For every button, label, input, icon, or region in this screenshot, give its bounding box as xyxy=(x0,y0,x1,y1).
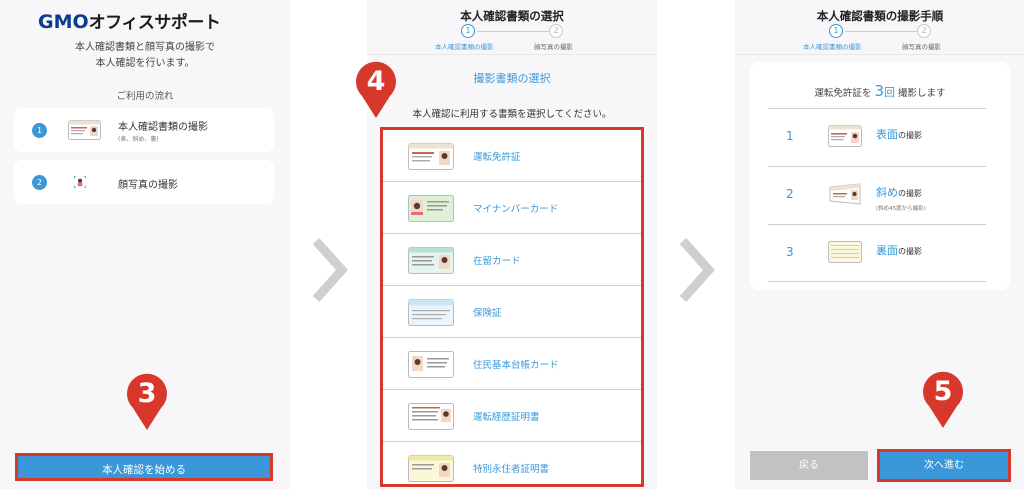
step-label-2: 顔写真の撮影 xyxy=(902,43,941,51)
instruction-text: 本人確認に利用する書類を選択してください。 xyxy=(412,109,612,120)
license-angled-icon xyxy=(829,183,861,205)
flow-step-label: 顔写真の撮影 xyxy=(118,180,178,191)
step-connector xyxy=(845,31,917,32)
document-option-drivers-license[interactable]: 運転免許証 xyxy=(383,130,641,182)
flow-step-sub: (表、斜め、裏) xyxy=(118,136,159,143)
step-marker-4-icon: 4 xyxy=(354,60,398,120)
document-option-special-permanent-resident[interactable]: 特別永住者証明書 xyxy=(383,442,641,489)
my-number-card-icon xyxy=(408,195,454,222)
face-scan-icon xyxy=(74,176,86,188)
step-label-1: 本人確認書類の撮影 xyxy=(435,43,494,51)
gmo-office-support-logo: GMOオフィスサポート xyxy=(38,11,221,33)
capture-step-back: 3 裏面の撮影 xyxy=(768,224,986,282)
drivers-license-icon xyxy=(408,143,454,170)
page-title: 本人確認書類の選択 xyxy=(460,9,564,23)
document-label: マイナンバーカード xyxy=(473,204,559,215)
capture-step-number: 1 xyxy=(786,129,794,143)
document-option-my-number[interactable]: マイナンバーカード xyxy=(383,182,641,234)
capture-count-number: 3 xyxy=(874,82,885,100)
chevron-right-icon xyxy=(312,237,348,303)
step-connector xyxy=(477,31,549,32)
capture-step-label: 裏面の撮影 xyxy=(876,244,922,257)
header-divider xyxy=(367,54,657,55)
capture-count-text: 運転免許証を 3回 撮影します xyxy=(814,82,946,100)
license-back-icon xyxy=(828,241,862,263)
flow-step-face: 2 顔写真の撮影 xyxy=(14,160,274,204)
intro-text: 本人確認書類と顔写真の撮影で 本人確認を行います。 xyxy=(0,40,290,72)
document-list: 運転免許証 マイナンバーカード 在留カード 保険証 住民基本台帳カード 運転経歴… xyxy=(380,127,644,487)
capture-procedure-screen: 本人確認書類の撮影手順 1 2 本人確認書類の撮影 顔写真の撮影 運転免許証を … xyxy=(735,0,1024,489)
intro-line: 本人確認を行います。 xyxy=(95,58,195,69)
section-title: 撮影書類の選択 xyxy=(473,72,551,85)
next-button[interactable]: 次へ進む xyxy=(877,449,1011,482)
intro-line: 本人確認書類と顔写真の撮影で xyxy=(75,42,215,53)
document-label: 特別永住者証明書 xyxy=(473,464,550,475)
step-marker-3-icon: 3 xyxy=(125,372,169,432)
document-label: 保険証 xyxy=(473,308,502,319)
id-card-icon xyxy=(68,120,101,140)
capture-step-front: 1 表面の撮影 xyxy=(768,108,986,166)
back-button[interactable]: 戻る xyxy=(750,451,868,480)
document-label: 運転経歴証明書 xyxy=(473,412,540,423)
step-indicator-1: 1 xyxy=(461,24,475,38)
flow-title: ご利用の流れ xyxy=(116,91,174,102)
document-label: 在留カード xyxy=(473,256,521,267)
step-indicator-2: 2 xyxy=(549,24,563,38)
document-option-driving-history[interactable]: 運転経歴証明書 xyxy=(383,390,641,442)
capture-step-number: 3 xyxy=(786,245,794,259)
step-number-badge: 2 xyxy=(32,175,47,190)
document-label: 運転免許証 xyxy=(473,152,521,163)
header-divider xyxy=(735,54,1024,55)
chevron-right-icon xyxy=(679,237,715,303)
special-permanent-resident-icon xyxy=(408,455,454,482)
start-verification-button[interactable]: 本人確認を始める xyxy=(15,453,273,481)
document-option-residence-card[interactable]: 在留カード xyxy=(383,234,641,286)
capture-step-angled: 2 斜めの撮影 (斜め45度から撮影) xyxy=(768,166,986,224)
capture-step-note: (斜め45度から撮影) xyxy=(876,206,926,212)
document-selection-screen: 本人確認書類の選択 1 2 本人確認書類の撮影 顔写真の撮影 撮影書類の選択 本… xyxy=(367,0,657,489)
step-label-2: 顔写真の撮影 xyxy=(534,43,573,51)
document-option-insurance-card[interactable]: 保険証 xyxy=(383,286,641,338)
insurance-card-icon xyxy=(408,299,454,326)
capture-step-label: 斜めの撮影 xyxy=(876,186,922,199)
residence-card-icon xyxy=(408,247,454,274)
resident-registry-card-icon xyxy=(408,351,454,378)
capture-step-number: 2 xyxy=(786,187,794,201)
document-label: 住民基本台帳カード xyxy=(473,360,559,371)
step-number-badge: 1 xyxy=(32,123,47,138)
step-indicator-2: 2 xyxy=(917,24,931,38)
step-marker-5-icon: 5 xyxy=(921,370,965,430)
document-option-resident-registry[interactable]: 住民基本台帳カード xyxy=(383,338,641,390)
capture-steps-card: 運転免許証を 3回 撮影します 1 表面の撮影 2 斜めの撮影 (斜め45度から… xyxy=(750,62,1010,290)
step-indicator-1: 1 xyxy=(829,24,843,38)
capture-step-label: 表面の撮影 xyxy=(876,128,922,141)
flow-step-label: 本人確認書類の撮影 xyxy=(118,122,208,133)
flow-step-document: 1 本人確認書類の撮影 (表、斜め、裏) xyxy=(14,108,274,152)
page-title: 本人確認書類の撮影手順 xyxy=(816,9,944,23)
step-label-1: 本人確認書類の撮影 xyxy=(803,43,862,51)
driving-history-certificate-icon xyxy=(408,403,454,430)
license-front-icon xyxy=(828,125,862,147)
